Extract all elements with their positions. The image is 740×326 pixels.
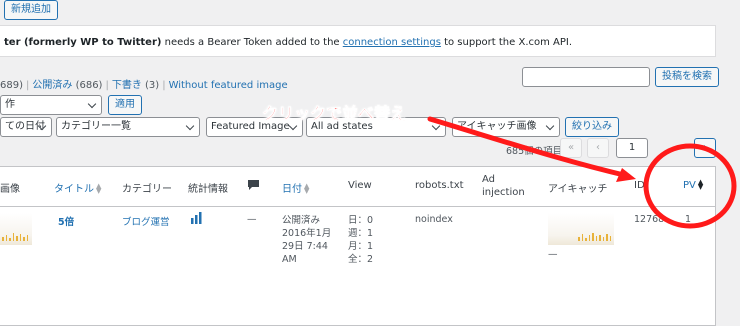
annotation-arrow — [427, 116, 631, 179]
annotation-overlay — [427, 116, 737, 229]
annotation-circle — [643, 143, 737, 229]
annotation-label: クリックで並べ替え — [262, 104, 407, 124]
annotation-arrow-head — [616, 168, 636, 182]
